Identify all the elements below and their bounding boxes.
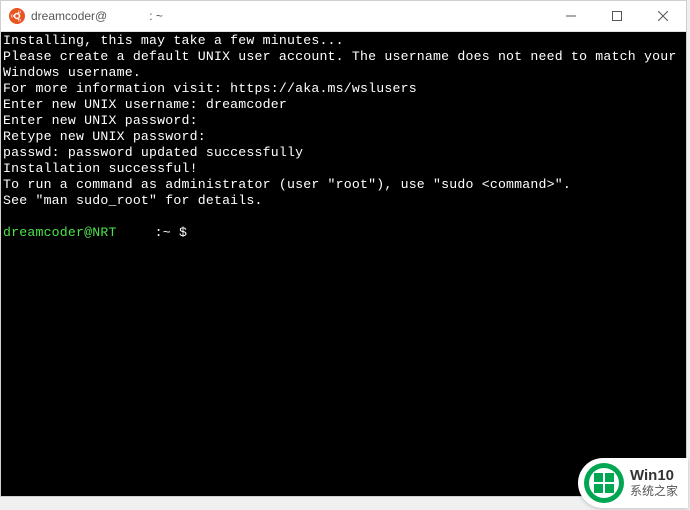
terminal-line: passwd: password updated successfully [3, 145, 684, 161]
terminal-body[interactable]: Installing, this may take a few minutes.… [1, 32, 686, 496]
terminal-blank [3, 209, 684, 225]
watermark-badge: Win10 系统之家 [578, 458, 688, 508]
minimize-button[interactable] [548, 1, 594, 31]
terminal-prompt: dreamcoder@NRT:~ $ [3, 225, 684, 241]
terminal-line: Windows username. [3, 65, 684, 81]
watermark-title: Win10 [630, 468, 678, 485]
terminal-window: dreamcoder@: ~ Installing, this may take… [0, 0, 687, 497]
terminal-line: Please create a default UNIX user accoun… [3, 49, 684, 65]
terminal-line: Installation successful! [3, 161, 684, 177]
terminal-line: See "man sudo_root" for details. [3, 193, 684, 209]
watermark-subtitle: 系统之家 [630, 485, 678, 498]
window-controls [548, 1, 686, 31]
terminal-line: To run a command as administrator (user … [3, 177, 684, 193]
redacted-hostpart [117, 226, 155, 239]
window-title: dreamcoder@: ~ [31, 9, 548, 23]
window-titlebar: dreamcoder@: ~ [1, 1, 686, 32]
terminal-line: Enter new UNIX username: dreamcoder [3, 97, 684, 113]
terminal-line: Retype new UNIX password: [3, 129, 684, 145]
ubuntu-icon [9, 8, 25, 24]
prompt-user-host: dreamcoder@NRT [3, 225, 155, 240]
terminal-line: Enter new UNIX password: [3, 113, 684, 129]
terminal-line: Installing, this may take a few minutes.… [3, 33, 684, 49]
prompt-dollar: $ [179, 225, 187, 240]
redacted-hostname [107, 11, 149, 23]
watermark-icon [584, 463, 624, 503]
terminal-line: For more information visit: https://aka.… [3, 81, 684, 97]
watermark-text: Win10 系统之家 [630, 468, 678, 498]
maximize-button[interactable] [594, 1, 640, 31]
prompt-path: :~ [155, 225, 171, 240]
close-button[interactable] [640, 1, 686, 31]
